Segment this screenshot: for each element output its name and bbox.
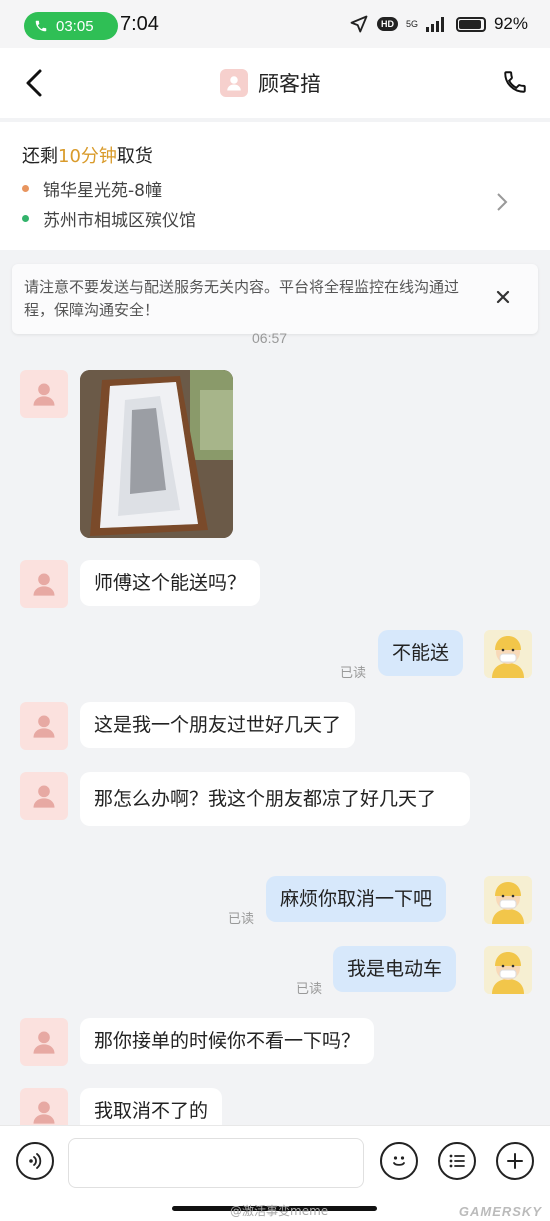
read-status: 已读 [296,982,323,997]
brand-watermark: GAMERSKY [458,1204,542,1219]
input-bar: @激活事变meme GAMERSKY [0,1125,550,1221]
my-message[interactable]: 麻烦你取消一下吧 [266,876,447,922]
watermark: @激活事变meme [230,1204,329,1218]
network-type: 5G [405,18,418,29]
more-button[interactable] [496,1142,534,1180]
countdown-time: 10分钟 [58,146,117,167]
status-bar: 03:05 7:04 HD 5G 92% [0,0,550,48]
pickup-countdown: 还剩10分钟取货 [22,142,153,168]
voice-button[interactable] [16,1142,54,1180]
countdown-suffix: 取货 [116,146,153,167]
pickup-address-row: 锦华星光苑-8幢 [22,176,162,201]
notice-text: 请注意不要发送与配送服务无关内容。平台将全程监控在线沟通过程，保障沟通安全！ [24,278,460,319]
person-icon [33,383,55,406]
person-icon [33,715,55,738]
safety-notice: 请注意不要发送与配送服务无关内容。平台将全程监控在线沟通过程，保障沟通安全！ [12,264,538,334]
customer-avatar[interactable] [20,370,68,418]
order-card[interactable]: 还剩10分钟取货 锦华星光苑-8幢 苏州市相城区殡仪馆 [0,122,550,250]
plus-icon [507,1153,523,1169]
my-avatar[interactable] [484,946,532,994]
customer-message[interactable]: 师傅这个能送吗？ [80,560,261,606]
battery-percent: 92% [493,14,528,33]
location-arrow-icon [350,15,368,33]
person-icon [33,785,55,808]
close-icon[interactable] [496,290,510,304]
dropoff-address: 苏州市相城区殡仪馆 [43,211,196,231]
chevron-right-icon[interactable] [496,192,508,212]
list-icon [449,1154,465,1168]
message-timestamp: 06:57 [252,330,288,346]
contact-avatar [220,69,248,97]
voice-wave-icon [29,1153,42,1169]
courier-avatar-icon [484,876,532,924]
phone-call-icon[interactable] [502,68,528,96]
person-icon [33,1101,55,1124]
pickup-dot [22,185,29,192]
call-duration: 03:05 [56,17,94,35]
contact-name: 顾客揞 [258,72,321,96]
back-arrow-icon[interactable] [22,68,48,98]
courier-avatar-icon [484,630,532,678]
customer-message[interactable]: 那怎么办啊？我这个朋友都凉了好几天了 [80,772,470,826]
chat-header: 顾客揞 [0,48,550,118]
pickup-address: 锦华星光苑-8幢 [43,181,162,201]
phone-icon [35,20,47,32]
person-icon [33,1031,55,1054]
customer-avatar[interactable] [20,560,68,608]
customer-avatar[interactable] [20,772,68,820]
customer-message[interactable]: 那你接单的时候你不看一下吗？ [80,1018,375,1064]
read-status: 已读 [228,912,255,927]
my-avatar[interactable] [484,630,532,678]
hd-badge: HD [376,17,398,31]
image-message[interactable] [80,370,233,538]
battery-icon [455,16,486,32]
my-message[interactable]: 不能送 [378,630,464,676]
my-message[interactable]: 我是电动车 [333,946,457,992]
contact-title: 顾客揞 [220,68,321,98]
customer-avatar[interactable] [20,702,68,750]
ongoing-call-pill[interactable]: 03:05 [24,12,118,40]
smiley-icon [393,1156,405,1166]
quick-reply-button[interactable] [438,1142,476,1180]
person-icon [33,573,55,596]
courier-avatar-icon [484,946,532,994]
customer-message[interactable]: 这是我一个朋友过世好几天了 [80,702,356,748]
my-avatar[interactable] [484,876,532,924]
clock: 7:04 [120,13,159,35]
message-input[interactable] [68,1138,364,1188]
signal-icon [425,17,444,32]
photo-thumbnail [80,370,233,538]
read-status: 已读 [340,666,367,681]
dropoff-dot [22,215,29,222]
dropoff-address-row: 苏州市相城区殡仪馆 [22,206,196,231]
emoji-button[interactable] [380,1142,418,1180]
status-icons: HD 5G 92% [349,14,528,34]
person-icon [227,76,241,91]
customer-avatar[interactable] [20,1018,68,1066]
countdown-prefix: 还剩 [22,146,58,167]
